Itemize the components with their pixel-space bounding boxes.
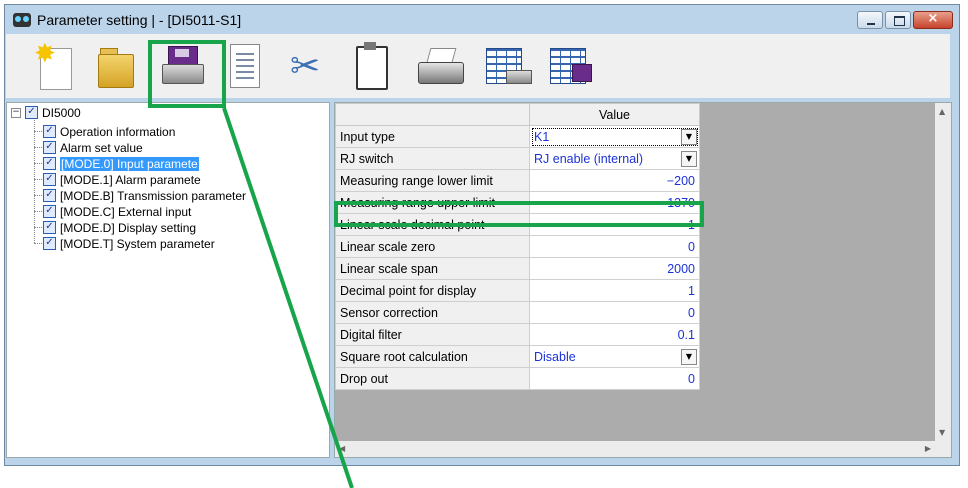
callout-line <box>222 107 354 488</box>
